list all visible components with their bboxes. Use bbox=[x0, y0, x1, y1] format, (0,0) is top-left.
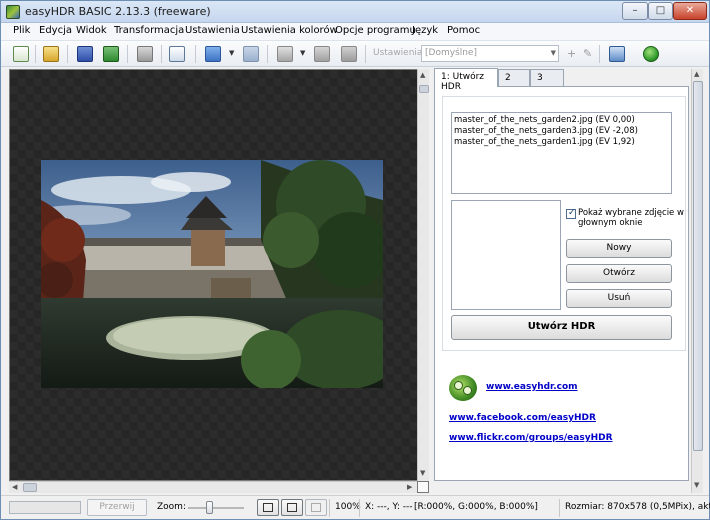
toolbar-separator bbox=[35, 45, 36, 63]
add-preset-icon[interactable]: + bbox=[567, 47, 576, 60]
edit-preset-icon[interactable]: ✎ bbox=[583, 47, 592, 60]
toolbar: ▼ ▼ Ustawienia: [Domyślne] ▼ + ✎ bbox=[1, 41, 709, 67]
zoom-label: Zoom: bbox=[157, 502, 186, 512]
create-hdr-button[interactable]: Utwórz HDR bbox=[451, 315, 672, 340]
save-as-icon[interactable] bbox=[101, 44, 121, 64]
actual-size-button[interactable] bbox=[305, 499, 327, 516]
remove-button[interactable]: Usuń bbox=[566, 289, 672, 308]
scrollbar-thumb[interactable] bbox=[419, 85, 429, 93]
tab-create-hdr[interactable]: 1: Utwórz HDR bbox=[434, 68, 498, 92]
coordinates-readout: X: ---, Y: --- bbox=[365, 502, 413, 512]
previous-icon[interactable] bbox=[203, 44, 223, 64]
tab-2[interactable]: 2 bbox=[498, 69, 530, 87]
menu-program-options[interactable]: Opcje programu bbox=[335, 25, 416, 36]
resize-corner-icon[interactable] bbox=[417, 481, 429, 493]
scroll-down-icon[interactable]: ▼ bbox=[420, 469, 425, 477]
settings-select-value: [Domyślne] bbox=[425, 48, 477, 58]
menu-color-settings[interactable]: Ustawienia kolorów bbox=[241, 25, 338, 36]
fit-to-window-button[interactable] bbox=[257, 499, 279, 516]
menu-language[interactable]: Język bbox=[412, 25, 438, 36]
thumbnail-preview bbox=[451, 200, 561, 310]
scroll-up-icon[interactable]: ▲ bbox=[420, 71, 425, 79]
menu-view[interactable]: Widok bbox=[76, 25, 107, 36]
website-link[interactable]: www.easyhdr.com bbox=[486, 382, 578, 392]
app-logo-icon bbox=[6, 5, 20, 19]
zoom-slider-track[interactable] bbox=[188, 507, 244, 509]
list-item[interactable]: master_of_the_nets_garden3.jpg (EV -2,08… bbox=[454, 126, 638, 136]
maximize-button[interactable]: □ bbox=[648, 2, 673, 20]
scrollbar-thumb[interactable] bbox=[23, 483, 37, 492]
preview-image bbox=[41, 160, 383, 388]
settings-label: Ustawienia: bbox=[373, 48, 426, 58]
toolbar-separator bbox=[67, 45, 68, 63]
show-selected-checkbox[interactable]: ✓ bbox=[566, 208, 576, 219]
check-icon: ✓ bbox=[568, 208, 576, 218]
toolbar-separator bbox=[161, 45, 162, 63]
toolbar-separator bbox=[599, 45, 600, 63]
status-bar: Przerwij Zoom: 100% X: ---, Y: --- [R:00… bbox=[1, 495, 710, 519]
fit-width-button[interactable] bbox=[281, 499, 303, 516]
menu-settings[interactable]: Ustawienia bbox=[185, 25, 240, 36]
camera-icon[interactable] bbox=[135, 44, 155, 64]
scroll-left-icon[interactable]: ◀ bbox=[12, 483, 17, 491]
canvas-horizontal-scrollbar[interactable]: ◀ ▶ bbox=[9, 481, 419, 493]
scroll-right-icon[interactable]: ▶ bbox=[407, 483, 412, 491]
disk-icon[interactable] bbox=[312, 44, 332, 64]
zoom-value: 100% bbox=[335, 502, 361, 512]
image-size-readout: Rozmiar: 870x578 (0,5MPix), akt bbox=[565, 502, 710, 512]
chevron-down-icon[interactable]: ▼ bbox=[300, 49, 305, 57]
align-icon[interactable] bbox=[339, 44, 359, 64]
toolbar-separator bbox=[365, 45, 366, 63]
next-icon[interactable] bbox=[241, 44, 261, 64]
title-bar: easyHDR BASIC 2.13.3 (freeware) – □ ✕ bbox=[1, 1, 709, 23]
show-selected-label: Pokaż wybrane zdjęcie w głownym oknie bbox=[578, 208, 684, 228]
open-folder-icon[interactable] bbox=[41, 44, 61, 64]
scroll-down-icon[interactable]: ▼ bbox=[694, 481, 699, 489]
menu-bar: Plik Edycja Widok Transformacja Ustawien… bbox=[1, 23, 709, 41]
stop-button[interactable]: Przerwij bbox=[87, 499, 147, 516]
panel-vertical-scrollbar[interactable]: ▲ ▼ bbox=[691, 69, 703, 493]
minimize-button[interactable]: – bbox=[622, 2, 648, 20]
actual-size-icon bbox=[311, 503, 321, 512]
process-icon[interactable] bbox=[275, 44, 295, 64]
go-icon[interactable] bbox=[641, 44, 661, 64]
app-window: easyHDR BASIC 2.13.3 (freeware) – □ ✕ Pl… bbox=[0, 0, 710, 520]
menu-transform[interactable]: Transformacja bbox=[114, 25, 184, 36]
fit-width-icon bbox=[287, 503, 297, 512]
flickr-link[interactable]: www.flickr.com/groups/easyHDR bbox=[449, 433, 613, 443]
canvas-vertical-scrollbar[interactable]: ▲ ▼ bbox=[417, 69, 429, 481]
list-item[interactable]: master_of_the_nets_garden1.jpg (EV 1,92) bbox=[454, 137, 635, 147]
fit-window-icon bbox=[263, 503, 273, 512]
copy-icon[interactable] bbox=[167, 44, 187, 64]
chevron-down-icon[interactable]: ▼ bbox=[229, 49, 234, 57]
source-file-list[interactable]: master_of_the_nets_garden2.jpg (EV 0,00)… bbox=[451, 112, 672, 194]
open-button[interactable]: Otwórz bbox=[566, 264, 672, 283]
facebook-link[interactable]: www.facebook.com/easyHDR bbox=[449, 413, 596, 423]
window-title: easyHDR BASIC 2.13.3 (freeware) bbox=[25, 5, 211, 18]
toolbar-separator bbox=[195, 45, 196, 63]
menu-edit[interactable]: Edycja bbox=[39, 25, 72, 36]
menu-file[interactable]: Plik bbox=[13, 25, 30, 36]
toolbar-separator bbox=[127, 45, 128, 63]
toolbar-separator bbox=[267, 45, 268, 63]
zoom-slider-thumb[interactable] bbox=[206, 501, 213, 514]
close-button[interactable]: ✕ bbox=[673, 2, 707, 20]
tab-3[interactable]: 3 bbox=[530, 69, 564, 87]
scroll-up-icon[interactable]: ▲ bbox=[694, 70, 699, 78]
progress-bar bbox=[9, 501, 81, 514]
menu-help[interactable]: Pomoc bbox=[447, 25, 480, 36]
rgb-readout: [R:000%, G:000%, B:000%] bbox=[414, 502, 538, 512]
chevron-down-icon: ▼ bbox=[550, 49, 556, 57]
new-button[interactable]: Nowy bbox=[566, 239, 672, 258]
easyhdr-logo-icon bbox=[449, 375, 477, 401]
save-icon[interactable] bbox=[75, 44, 95, 64]
list-item[interactable]: master_of_the_nets_garden2.jpg (EV 0,00) bbox=[454, 115, 635, 125]
settings-panel-icon[interactable] bbox=[607, 44, 627, 64]
settings-select[interactable]: [Domyślne] ▼ bbox=[421, 45, 559, 62]
scrollbar-thumb[interactable] bbox=[693, 81, 703, 451]
new-icon[interactable] bbox=[11, 44, 31, 64]
